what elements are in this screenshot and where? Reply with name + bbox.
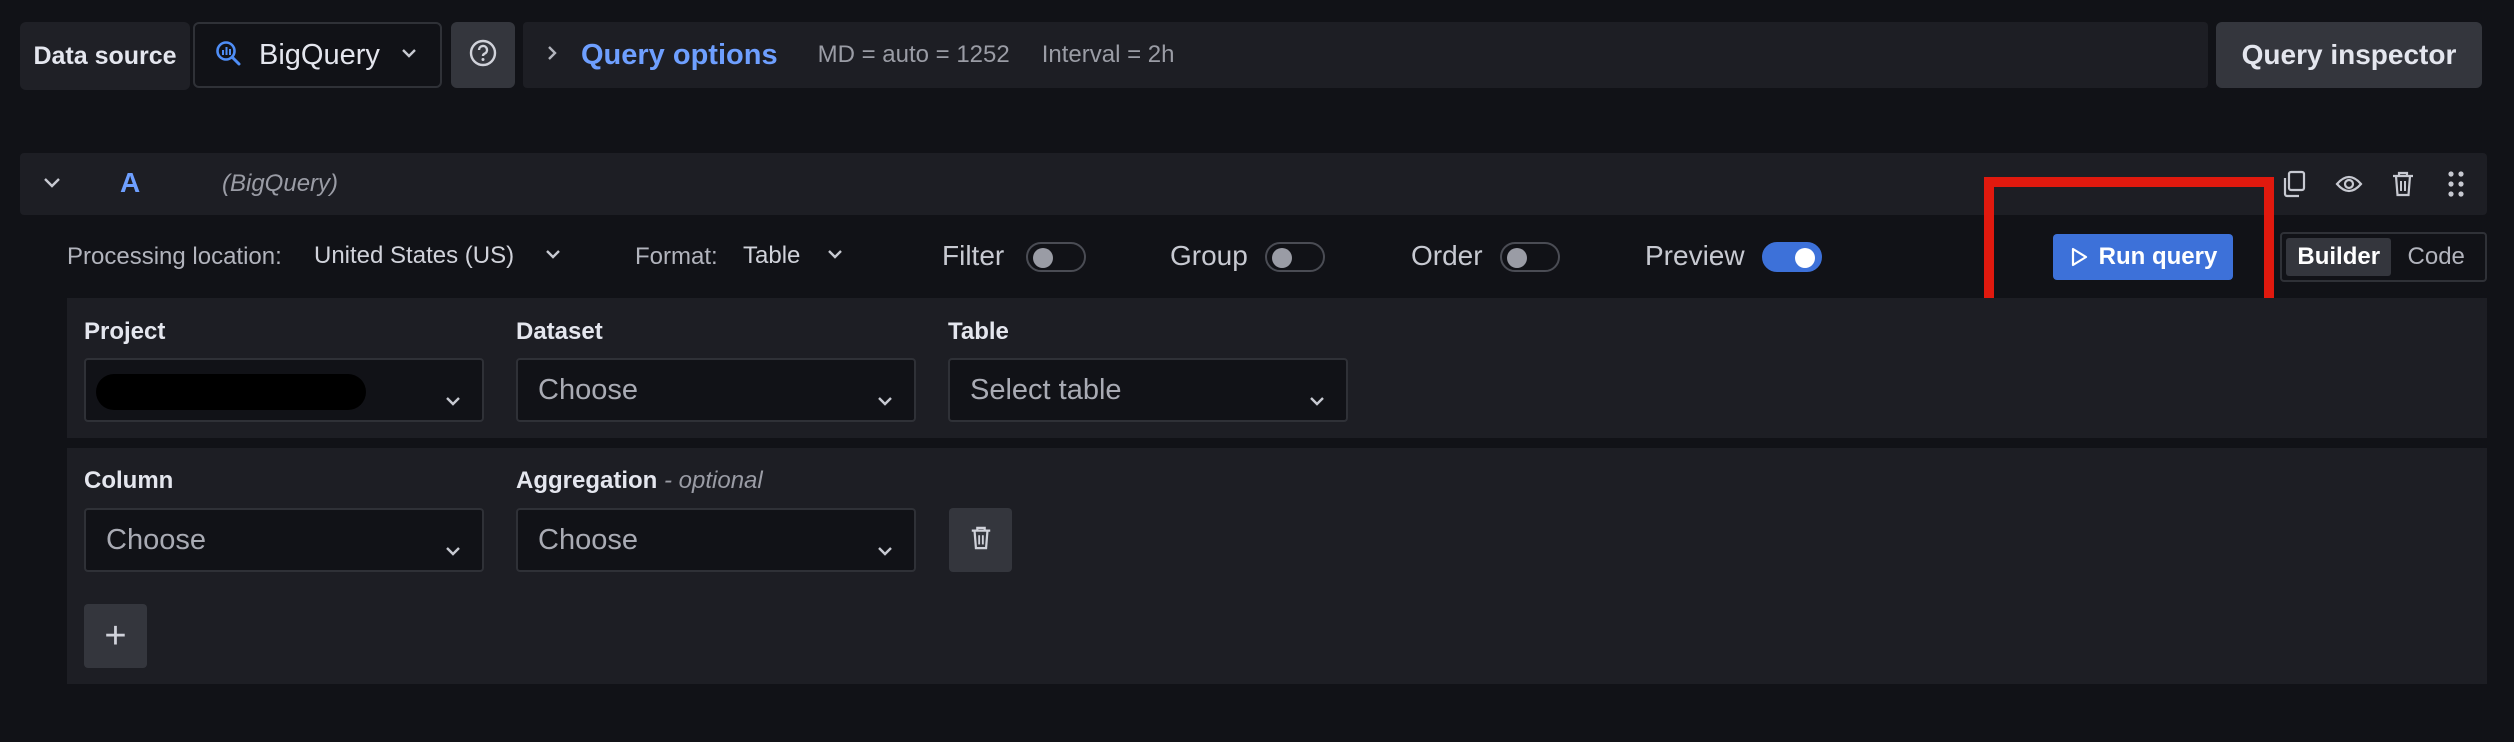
project-select[interactable]	[84, 358, 484, 422]
duplicate-icon[interactable]	[2280, 169, 2308, 204]
trash-icon[interactable]	[2390, 169, 2416, 204]
format-label: Format:	[635, 243, 718, 270]
order-label: Order	[1411, 240, 1483, 271]
query-ref-id[interactable]: A	[120, 167, 140, 199]
chevron-down-icon	[544, 247, 562, 265]
code-mode-tab[interactable]: Code	[2391, 238, 2481, 276]
editor-mode-switch: Builder Code	[2280, 232, 2487, 282]
data-source-name: BigQuery	[259, 38, 380, 71]
format-value: Table	[743, 242, 801, 269]
filter-toggle[interactable]	[1026, 242, 1086, 272]
table-label: Table	[948, 318, 1009, 345]
dataset-select[interactable]: Choose	[516, 358, 916, 422]
column-placeholder: Choose	[106, 523, 206, 556]
interval: Interval = 2h	[1041, 41, 1175, 68]
chevron-down-icon	[876, 532, 894, 565]
preview-label: Preview	[1645, 240, 1745, 271]
max-data-points: MD = auto = 1252	[817, 41, 1010, 68]
bigquery-icon	[215, 40, 241, 71]
add-column-button[interactable]: +	[84, 604, 147, 668]
query-options-title[interactable]: Query options	[581, 39, 778, 72]
run-query-button[interactable]: Run query	[2053, 234, 2233, 280]
chevron-down-icon	[1308, 382, 1326, 415]
preview-toggle[interactable]	[1762, 242, 1822, 272]
trash-icon	[969, 524, 993, 557]
aggregation-select[interactable]: Choose	[516, 508, 916, 572]
chevron-down-icon	[826, 247, 844, 265]
chevron-right-icon	[545, 43, 559, 68]
processing-location-value: United States (US)	[314, 242, 515, 269]
data-source-label: Data source	[20, 22, 190, 90]
play-icon	[2069, 246, 2089, 268]
dataset-placeholder: Choose	[538, 373, 638, 406]
group-label: Group	[1170, 240, 1248, 271]
delete-column-button[interactable]	[949, 508, 1012, 572]
column-label: Column	[84, 467, 174, 494]
question-circle-icon	[468, 38, 498, 73]
filter-label: Filter	[942, 240, 1005, 271]
order-toggle[interactable]	[1500, 242, 1560, 272]
data-source-select[interactable]: BigQuery	[193, 22, 442, 88]
query-inspector-button[interactable]: Query inspector	[2216, 22, 2482, 88]
chevron-down-icon	[876, 382, 894, 415]
chevron-down-icon	[444, 532, 462, 565]
collapse-chevron-icon[interactable]	[40, 171, 64, 200]
processing-location-select[interactable]: United States (US)	[314, 236, 562, 276]
query-options-bar[interactable]: Query options MD = auto = 1252 Interval …	[523, 22, 2208, 88]
aggregation-label-text: Aggregation	[516, 467, 658, 494]
redacted-project-value	[96, 374, 366, 410]
column-select[interactable]: Choose	[84, 508, 484, 572]
group-toggle[interactable]	[1265, 242, 1325, 272]
format-select[interactable]: Table	[743, 236, 844, 276]
project-label: Project	[84, 318, 166, 345]
drag-handle-icon[interactable]	[2445, 169, 2467, 204]
query-row-header: A (BigQuery)	[20, 153, 2487, 215]
chevron-down-icon	[444, 382, 462, 415]
table-placeholder: Select table	[970, 373, 1122, 406]
help-button[interactable]	[451, 22, 515, 88]
chevron-down-icon	[400, 46, 418, 64]
dataset-label: Dataset	[516, 318, 603, 345]
aggregation-label: Aggregation - optional	[516, 467, 763, 495]
query-datasource-name: (BigQuery)	[222, 170, 339, 197]
builder-mode-tab[interactable]: Builder	[2286, 238, 2392, 276]
table-select[interactable]: Select table	[948, 358, 1348, 422]
eye-icon[interactable]	[2334, 169, 2364, 204]
processing-location-label: Processing location:	[67, 243, 282, 270]
run-query-label: Run query	[2098, 243, 2218, 270]
aggregation-placeholder: Choose	[538, 523, 638, 556]
aggregation-optional-hint: - optional	[664, 467, 763, 494]
